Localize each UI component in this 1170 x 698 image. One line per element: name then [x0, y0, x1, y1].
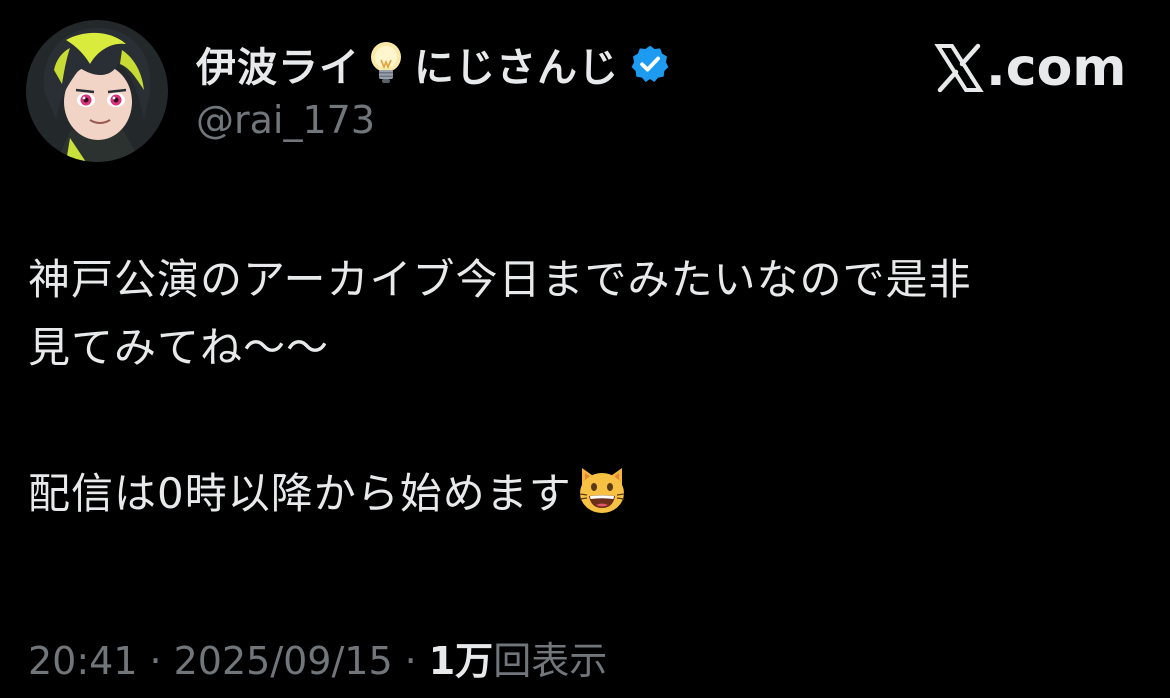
avatar[interactable]	[26, 20, 168, 162]
grinning-cat-emoji-icon	[576, 464, 628, 516]
lightbulb-icon	[368, 40, 404, 88]
tweet-meta: 20:41 · 2025/09/15 · 1万 回表示	[28, 630, 607, 685]
author-name-row[interactable]: 伊波ライ にじさんじ	[196, 36, 671, 92]
tweet-line-3-row: 配信は0時以降から始めます	[28, 460, 1148, 528]
tweet-text: 神戸公演のアーカイブ今日までみたいなので是非 見てみてね〜〜 配信は0時以降から…	[28, 246, 1148, 528]
site-domain-text: .com	[986, 38, 1127, 98]
tweet-time[interactable]: 20:41	[28, 639, 138, 683]
org-name[interactable]: にじさんじ	[414, 35, 619, 93]
site-watermark: .com	[934, 38, 1127, 98]
meta-separator-1: ·	[149, 639, 162, 683]
meta-separator-2: ·	[404, 639, 417, 683]
views-count[interactable]: 1万	[429, 630, 493, 685]
avatar-image	[26, 20, 168, 162]
author-handle[interactable]: @rai_173	[196, 98, 375, 142]
views-label: 回表示	[493, 639, 608, 683]
display-name[interactable]: 伊波ライ	[196, 35, 360, 93]
tweet-date[interactable]: 2025/09/15	[174, 639, 393, 683]
tweet-line-2: 見てみてね〜〜	[28, 323, 330, 372]
tweet-line-3: 配信は0時以降から始めます	[28, 469, 572, 518]
x-logo-icon	[934, 38, 984, 98]
tweet-line-1: 神戸公演のアーカイブ今日までみたいなので是非	[28, 255, 972, 304]
verified-badge-icon	[629, 43, 671, 85]
